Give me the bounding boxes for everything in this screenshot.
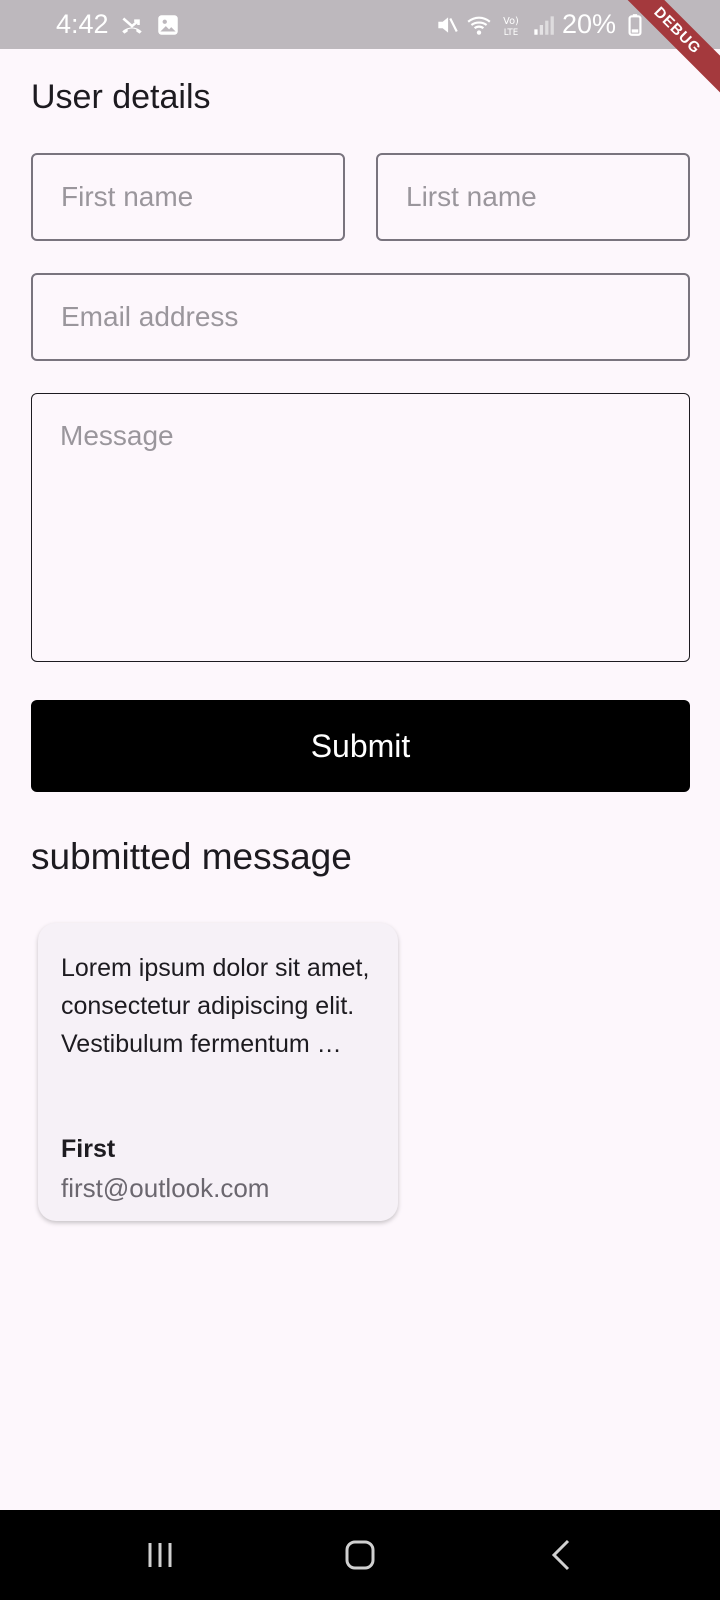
signal-icon [530, 12, 556, 38]
volte-icon: Vo) LTE [498, 12, 524, 38]
page-title: User details [31, 78, 211, 116]
recents-icon[interactable] [115, 1510, 205, 1600]
status-left: 4:42 [56, 0, 181, 49]
wifi-icon [466, 12, 492, 38]
status-time: 4:42 [56, 9, 109, 39]
mute-icon [434, 12, 460, 38]
back-icon[interactable] [517, 1510, 607, 1600]
battery-percent: 20% [561, 9, 616, 39]
svg-text:Vo): Vo) [503, 15, 519, 26]
status-right: Vo) LTE 20% [434, 0, 648, 49]
message-card[interactable]: Lorem ipsum dolor sit amet, consectetur … [38, 923, 398, 1221]
svg-text:LTE: LTE [504, 27, 518, 37]
home-icon[interactable] [315, 1510, 405, 1600]
submitted-message-title: submitted message [31, 836, 352, 877]
status-bar: 4:42 Vo) LTE 20% [0, 0, 720, 49]
card-name: First [61, 1135, 116, 1163]
nav-bar [0, 1510, 720, 1600]
last-name-field[interactable] [376, 153, 690, 241]
missed-call-icon [119, 12, 145, 38]
gallery-icon [155, 12, 181, 38]
card-email: first@outlook.com [61, 1173, 270, 1203]
first-name-field[interactable] [31, 153, 345, 241]
email-field[interactable] [31, 273, 690, 361]
submit-button[interactable]: Submit [31, 700, 690, 792]
message-field[interactable] [31, 393, 690, 662]
card-message: Lorem ipsum dolor sit amet, consectetur … [61, 954, 370, 1058]
